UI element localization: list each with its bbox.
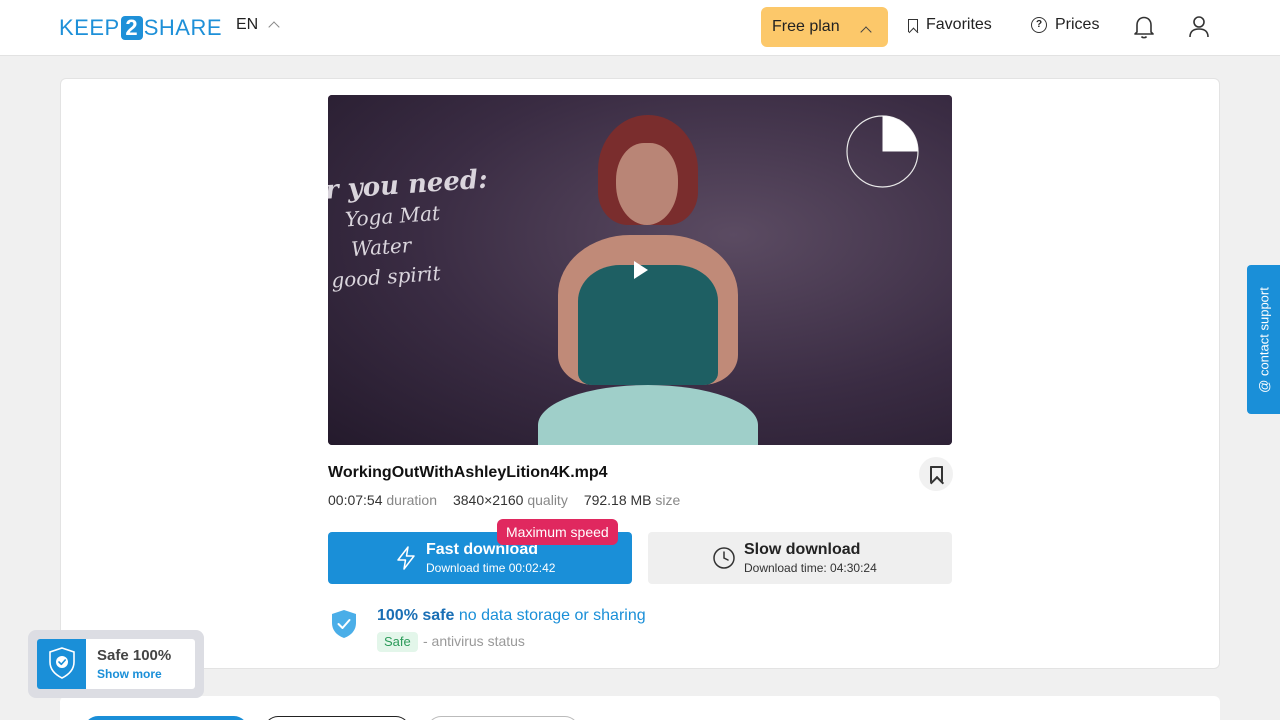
prices-label: Prices: [1055, 16, 1100, 33]
favorites-link[interactable]: Favorites: [908, 16, 992, 34]
quality-value: 3840×2160: [452, 492, 524, 508]
size-info: 792.18 MB size: [584, 492, 681, 508]
duration-info: 00:07:54 duration: [328, 492, 437, 508]
free-plan-button[interactable]: Free plan: [761, 7, 888, 47]
shield-check-icon: [332, 610, 356, 638]
logo-text-right: SHARE: [143, 15, 222, 40]
lightning-icon: [397, 546, 415, 570]
clock-icon: [713, 547, 735, 569]
video-player[interactable]: r you need: Yoga Mat Water good spirit: [328, 95, 952, 445]
plan-label: Free plan: [772, 18, 840, 35]
file-name: WorkingOutWithAshleyLition4K.mp4: [328, 464, 608, 481]
safe-widget[interactable]: Safe 100% Show more: [28, 630, 204, 698]
size-value: 792.18 MB: [583, 492, 652, 508]
tab-pill[interactable]: [84, 716, 248, 720]
play-icon[interactable]: [634, 261, 648, 279]
tab-pill[interactable]: [264, 716, 410, 720]
timer-progress: [882, 116, 918, 152]
antivirus-status-label: - antivirus status: [423, 633, 525, 649]
duration-value: 00:07:54: [328, 492, 383, 508]
contact-support-tab[interactable]: @ contact support: [1247, 265, 1280, 414]
shield-check-icon: [49, 647, 75, 679]
logo-text-mid: 2: [120, 16, 143, 40]
file-meta: 00:07:54 duration 3840×2160 quality 792.…: [328, 492, 680, 508]
safe-widget-icon-box: [37, 639, 86, 689]
language-label: EN: [236, 16, 259, 33]
safety-bold: 100% safe: [377, 607, 455, 624]
safe-widget-inner: Safe 100% Show more: [37, 639, 195, 689]
logo-text-left: KEEP: [59, 15, 120, 40]
tab-pill[interactable]: [427, 716, 579, 720]
contact-support-label: @ contact support: [1256, 286, 1271, 393]
safe-status-badge: Safe: [377, 632, 418, 652]
maximum-speed-badge: Maximum speed: [497, 519, 618, 545]
bell-icon[interactable]: [1133, 14, 1155, 40]
show-more-link[interactable]: Show more: [97, 667, 162, 681]
video-figure: [616, 143, 678, 225]
quality-label: quality: [527, 492, 568, 508]
favorites-label: Favorites: [926, 16, 992, 33]
chevron-up-icon: [268, 21, 280, 33]
safety-rest: no data storage or sharing: [454, 607, 646, 624]
video-wall-text: r you need: Yoga Mat Water good spirit: [328, 164, 495, 295]
fast-download-time: Download time 00:02:42: [426, 561, 556, 575]
slow-download-title: Slow download: [744, 541, 861, 558]
size-label: size: [655, 492, 681, 508]
video-figure: [578, 265, 718, 385]
language-selector[interactable]: EN: [236, 16, 280, 34]
top-header: KEEP 2 SHARE EN Free plan Favorites ? Pric…: [0, 0, 1280, 56]
quality-info: 3840×2160 quality: [453, 492, 568, 508]
user-icon[interactable]: [1188, 14, 1210, 40]
keep2share-logo[interactable]: KEEP 2 SHARE: [59, 14, 222, 42]
safe-widget-title: Safe 100%: [97, 647, 172, 664]
add-to-favorites-button[interactable]: [919, 457, 953, 491]
chevron-up-icon: [860, 26, 872, 38]
bookmark-icon: [908, 18, 918, 32]
slow-download-time: Download time: 04:30:24: [744, 561, 877, 575]
bookmark-icon: [929, 465, 943, 483]
safety-statement: 100% safe no data storage or sharing: [377, 607, 646, 625]
duration-label: duration: [386, 492, 437, 508]
question-icon: ?: [1031, 17, 1047, 33]
preview-timer-icon: [846, 115, 919, 188]
prices-link[interactable]: ? Prices: [1031, 16, 1099, 34]
slow-download-button[interactable]: Slow download Download time: 04:30:24: [648, 532, 952, 584]
